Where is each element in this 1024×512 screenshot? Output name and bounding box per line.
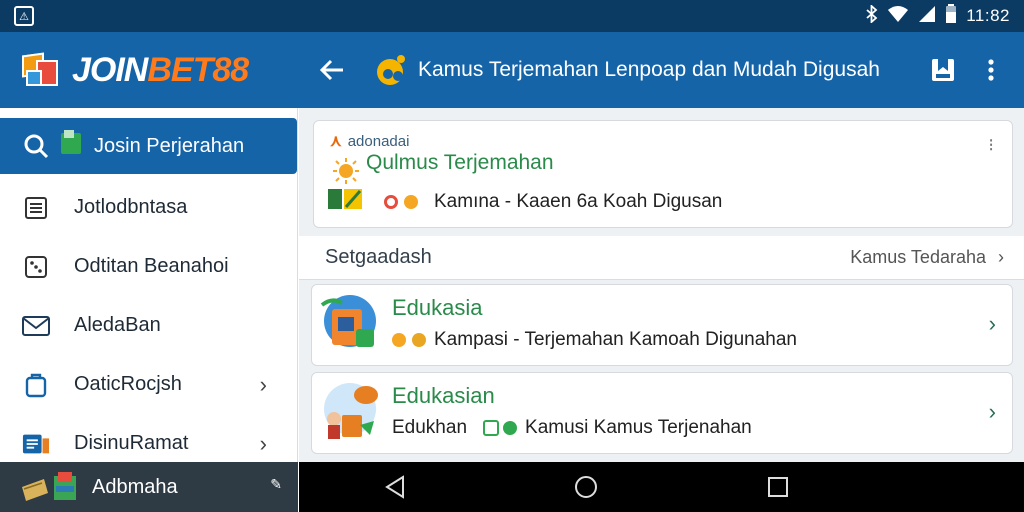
signal-icon [918, 5, 936, 28]
back-button[interactable] [318, 56, 346, 84]
more-vert-icon [988, 59, 994, 81]
featured-card[interactable]: ⋏ adonadai Qulmus Terjemahan Kamına - Ka… [313, 120, 1013, 228]
chevron-right-icon: › [259, 371, 267, 397]
green-dot-icon [503, 421, 518, 435]
document-icon [22, 194, 50, 222]
sidebar-item-dice[interactable]: Odtitan Beanahoi [0, 237, 297, 296]
chevron-right-icon: › [988, 311, 996, 336]
mail-icon [22, 312, 50, 340]
sidebar-item-label: Odtitan Beanahoi [74, 255, 229, 277]
page-title: Kamus Terjemahan Lenpoap dan Mudah Digus… [418, 58, 880, 81]
brand-logo-icon [22, 50, 60, 90]
square-recents-icon [768, 477, 789, 497]
arrow-left-icon [319, 59, 343, 81]
pencil-icon[interactable]: ✎ [270, 476, 282, 493]
list-item-title: Edukasian [392, 383, 495, 408]
bookmark-button[interactable] [926, 53, 960, 87]
sidebar-item-label: AledaBan [74, 314, 161, 336]
overflow-menu-button[interactable] [974, 53, 1008, 87]
sidebar: Josin Perjerahan Jotlodbntasa Odtitan Be… [0, 108, 298, 462]
green-square-icon [483, 420, 500, 436]
bag-icon [22, 371, 50, 399]
nav-home-button[interactable] [566, 467, 606, 507]
circle-home-icon [575, 476, 598, 498]
search-icon [22, 132, 50, 160]
sidebar-item-bag[interactable]: OaticRocjsh › [0, 355, 297, 414]
list-item-title: Edukasia [392, 295, 483, 320]
card-menu-icon[interactable]: ⁝ [988, 135, 994, 156]
red-dot-icon [384, 195, 398, 209]
list-item-subtitle: Kampasi - Terjemahan Kamoah Digunahan [392, 329, 797, 351]
system-nav-bar [299, 462, 1024, 512]
status-bar: ⚠ 11:82 [0, 0, 1024, 32]
battery-icon [945, 3, 957, 29]
featured-title: Qulmus Terjemahan [366, 151, 554, 174]
section-link[interactable]: Kamus Tedaraha › [850, 247, 1004, 268]
bluetooth-icon [866, 3, 878, 28]
nav-recents-button[interactable] [758, 467, 798, 507]
triangle-back-icon [384, 475, 404, 499]
sun-icon [332, 157, 360, 185]
status-time: 11:82 [966, 6, 1010, 25]
main-content: ⋏ adonadai Qulmus Terjemahan Kamına - Ka… [299, 108, 1024, 462]
sidebar-footer[interactable]: Adbmaha ✎ [0, 462, 298, 512]
sidebar-item-mail[interactable]: AledaBan [0, 296, 297, 355]
translate-icon [60, 130, 82, 162]
sidebar-item-label: Jotlodbntasa [74, 196, 188, 218]
sidebar-item-label: OaticRocjsh [74, 373, 182, 395]
sidebar-item-search[interactable]: Josin Perjerahan [0, 118, 297, 174]
book-icon [22, 430, 50, 458]
nav-back-button[interactable] [375, 467, 415, 507]
sidebar-item-document[interactable]: Jotlodbntasa [0, 178, 297, 237]
chevron-right-icon: › [998, 247, 1004, 267]
education-icon [320, 293, 380, 357]
sidebar-item-label: Josin Perjerahan [94, 134, 245, 157]
books-stack-icon [20, 472, 78, 502]
pin-icon: ⋏ [330, 133, 342, 150]
notification-icon: ⚠ [14, 6, 34, 26]
dictionary-logo-icon [374, 52, 410, 88]
dice-icon [22, 253, 50, 281]
brand-name: JOINBET88 [72, 50, 249, 89]
bookmark-icon [932, 59, 954, 81]
yellow-face-icon [404, 195, 418, 209]
learning-icon [320, 381, 380, 445]
language-badge-icon [328, 187, 362, 217]
brand[interactable]: JOINBET88 [0, 32, 298, 108]
wifi-icon [887, 5, 909, 28]
orange-dot-icon [392, 333, 406, 347]
featured-badge: ⋏ adonadai [330, 132, 410, 151]
chevron-right-icon: › [259, 430, 267, 456]
list-item[interactable]: Edukasia Kampasi - Terjemahan Kamoah Dig… [311, 284, 1013, 366]
list-item[interactable]: Edukasian Edukhan Kamusi Kamus Terjenaha… [311, 372, 1013, 454]
sidebar-footer-label: Adbmaha [92, 475, 178, 498]
app-bar: JOINBET88 Kamus Terjemahan Lenpoap dan M… [0, 32, 1024, 108]
chevron-right-icon: › [988, 399, 996, 424]
list-item-subtitle: Edukhan Kamusi Kamus Terjenahan [392, 417, 752, 438]
face-icon [412, 333, 426, 347]
sidebar-item-label: DisinuRamat [74, 432, 189, 454]
section-title: Setgaadash [325, 246, 432, 268]
section-header: Setgaadash Kamus Tedaraha › [299, 236, 1024, 280]
featured-row: Kamına - Kaaen 6a Koah Digusan [328, 187, 722, 217]
